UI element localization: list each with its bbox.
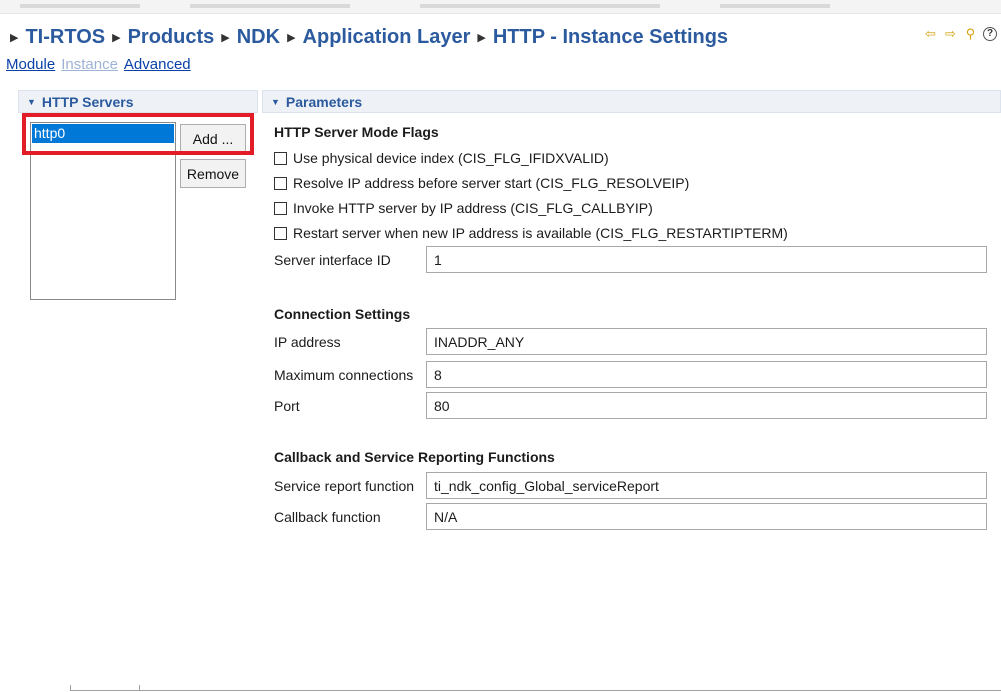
ip-address-field[interactable]: INADDR_ANY [426, 328, 987, 355]
parameters-panel-header[interactable]: ▼ Parameters [262, 90, 1001, 113]
max-connections-field[interactable]: 8 [426, 361, 987, 388]
collapse-triangle-icon: ▼ [271, 96, 280, 107]
service-report-row: Service report function ti_ndk_config_Gl… [274, 472, 987, 500]
bottom-divider [70, 690, 1001, 691]
http-servers-panel-header[interactable]: ▼ HTTP Servers [18, 90, 258, 113]
callback-function-field[interactable]: N/A [426, 503, 987, 530]
remove-button[interactable]: Remove [180, 159, 246, 188]
link-icon[interactable]: ⚲ [963, 26, 978, 41]
back-arrow-icon[interactable]: ⇦ [923, 26, 938, 41]
page-title: HTTP - Instance Settings [492, 25, 729, 48]
breadcrumb-separator-icon: ▶ [112, 31, 121, 44]
breadcrumb-item-ti-rtos[interactable]: TI-RTOS [25, 26, 105, 49]
flag-resolveip-label: Resolve IP address before server start (… [293, 175, 690, 191]
server-interface-id-label: Server interface ID [274, 252, 391, 268]
flag-ifidxvalid-label: Use physical device index (CIS_FLG_IFIDX… [293, 150, 609, 166]
tab-module[interactable]: Module [6, 56, 55, 73]
http-servers-panel-title: HTTP Servers [41, 93, 134, 110]
collapse-triangle-icon: ▼ [27, 96, 36, 107]
max-connections-row: Maximum connections 8 [274, 361, 987, 389]
max-connections-label: Maximum connections [274, 367, 414, 383]
port-field[interactable]: 80 [426, 392, 987, 419]
flag-restartipterm-row[interactable]: Restart server when new IP address is av… [274, 224, 788, 242]
flag-ifidxvalid-row[interactable]: Use physical device index (CIS_FLG_IFIDX… [274, 149, 609, 167]
flag-ifidxvalid-checkbox[interactable] [274, 151, 287, 165]
top-strip [0, 0, 1001, 14]
breadcrumb-item-ndk[interactable]: NDK [237, 26, 280, 49]
flag-resolveip-row[interactable]: Resolve IP address before server start (… [274, 174, 689, 192]
callback-function-label: Callback function [274, 509, 381, 525]
service-report-field[interactable]: ti_ndk_config_Global_serviceReport [426, 472, 987, 499]
breadcrumb-separator-icon: ▶ [287, 31, 296, 44]
connection-settings-heading: Connection Settings [274, 306, 411, 322]
flag-callbyip-row[interactable]: Invoke HTTP server by IP address (CIS_FL… [274, 199, 653, 217]
callback-functions-heading: Callback and Service Reporting Functions [274, 449, 555, 465]
header-toolbar: ⇦ ⇨ ⚲ ? [923, 26, 997, 41]
highlight-box [22, 113, 254, 155]
top-strip-segment [190, 4, 350, 8]
top-strip-segment [420, 4, 660, 8]
breadcrumb-item-application-layer[interactable]: Application Layer [303, 26, 471, 49]
server-interface-id-field[interactable]: 1 [426, 246, 987, 273]
breadcrumb-separator-icon: ▶ [221, 31, 230, 44]
breadcrumb-item-products[interactable]: Products [128, 26, 215, 49]
breadcrumb-separator-icon: ▶ [477, 31, 486, 44]
flag-restartipterm-checkbox[interactable] [274, 226, 287, 240]
breadcrumb: ▶ TI-RTOS ▶ Products ▶ NDK ▶ Application… [10, 22, 728, 52]
parameters-panel-title: Parameters [285, 93, 363, 110]
ip-address-label: IP address [274, 334, 341, 350]
flag-callbyip-checkbox[interactable] [274, 201, 287, 215]
breadcrumb-separator-icon: ▶ [10, 31, 19, 44]
port-row: Port 80 [274, 392, 987, 420]
flag-callbyip-label: Invoke HTTP server by IP address (CIS_FL… [293, 200, 653, 216]
callback-function-row: Callback function N/A [274, 503, 987, 531]
ip-address-row: IP address INADDR_ANY [274, 328, 987, 356]
server-interface-id-row: Server interface ID 1 [274, 246, 987, 274]
top-strip-segment [720, 4, 830, 8]
port-label: Port [274, 398, 300, 414]
flag-resolveip-checkbox[interactable] [274, 176, 287, 190]
forward-arrow-icon[interactable]: ⇨ [943, 26, 958, 41]
tab-instance[interactable]: Instance [61, 56, 118, 73]
service-report-label: Service report function [274, 478, 415, 494]
mode-flags-heading: HTTP Server Mode Flags [274, 124, 439, 140]
tab-advanced[interactable]: Advanced [124, 56, 191, 73]
help-icon[interactable]: ? [983, 26, 997, 41]
flag-restartipterm-label: Restart server when new IP address is av… [293, 225, 788, 241]
view-tabs: Module Instance Advanced [6, 56, 191, 73]
top-strip-segment [20, 4, 140, 8]
